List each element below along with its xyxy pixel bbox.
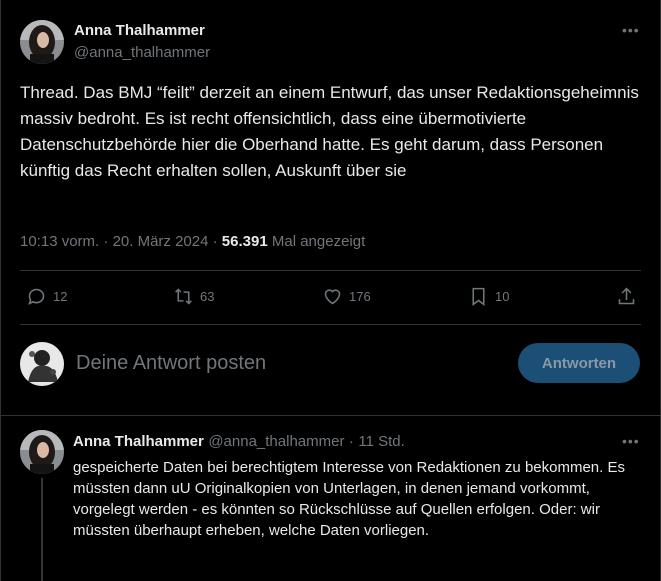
more-dots-icon[interactable]: ••• [622, 22, 640, 38]
meta-separator: · [212, 233, 218, 250]
my-avatar[interactable] [20, 342, 64, 386]
reply-button[interactable]: 12 [26, 286, 67, 307]
heart-icon [324, 289, 341, 305]
reply-header: Anna Thalhammer @anna_thalhammer · 11 St… [73, 433, 405, 451]
divider [20, 270, 641, 271]
like-button[interactable]: 176 [322, 286, 371, 307]
reply-icon [28, 288, 45, 306]
tweet-meta: 10:13 vorm. · 20. März 2024 · 56.391 Mal… [20, 233, 365, 250]
retweet-button[interactable]: 63 [173, 286, 214, 307]
reply-author-handle[interactable]: @anna_thalhammer [208, 433, 344, 450]
reply-time[interactable]: 11 Std. [358, 433, 404, 450]
reply-more-dots-icon[interactable]: ••• [622, 433, 640, 449]
like-count: 176 [349, 289, 371, 304]
share-button[interactable] [616, 286, 637, 307]
tweet-time[interactable]: 10:13 vorm. [20, 233, 99, 250]
thread-line [41, 478, 43, 581]
reply-input[interactable]: Deine Antwort posten [76, 352, 266, 375]
reply-author-name[interactable]: Anna Thalhammer [73, 433, 204, 450]
view-label: Mal angezeigt [271, 233, 366, 250]
author-avatar[interactable] [20, 20, 64, 64]
retweet-icon [175, 288, 192, 305]
submit-reply-button[interactable]: Antworten [518, 343, 640, 383]
meta-separator: · [103, 233, 109, 250]
author-handle[interactable]: @anna_thalhammer [74, 44, 210, 61]
bookmark-icon [472, 287, 485, 306]
view-count: 56.391 [221, 233, 268, 250]
bookmark-button[interactable]: 10 [468, 286, 509, 307]
reply-author-avatar[interactable] [20, 430, 64, 474]
retweet-count: 63 [200, 289, 215, 304]
section-divider [0, 415, 661, 416]
tweet-date[interactable]: 20. März 2024 [113, 233, 209, 250]
tweet-text: Thread. Das BMJ “feilt” derzeit an einem… [20, 83, 639, 180]
meta-separator: · [348, 433, 354, 450]
bookmark-count: 10 [495, 289, 510, 304]
share-icon [618, 287, 635, 305]
reply-count: 12 [53, 289, 68, 304]
reply-text: gespeicherte Daten bei berechtigtem Inte… [73, 459, 625, 539]
divider [20, 324, 641, 325]
author-name[interactable]: Anna Thalhammer [74, 22, 205, 39]
